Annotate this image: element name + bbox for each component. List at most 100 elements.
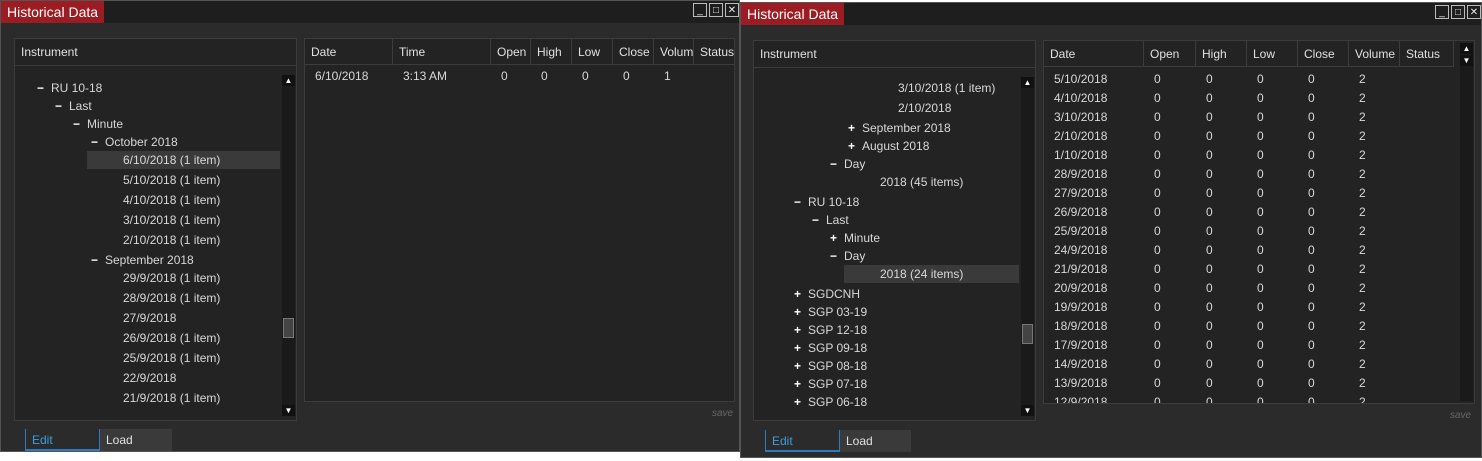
collapse-icon[interactable]: −: [794, 193, 808, 211]
grid-scrollbar[interactable]: ▲ ▼: [1460, 43, 1473, 401]
save-link[interactable]: save: [712, 408, 733, 419]
tree-node[interactable]: 3/10/2018 (1 item): [109, 211, 220, 229]
column-header-low[interactable]: Low: [1247, 41, 1298, 67]
expand-icon[interactable]: +: [794, 285, 808, 303]
expand-icon[interactable]: +: [794, 321, 808, 339]
tree-node[interactable]: 2/10/2018 (1 item): [109, 231, 220, 249]
tree-node[interactable]: 27/9/2018: [109, 309, 176, 327]
minimize-icon[interactable]: _: [693, 3, 707, 17]
column-header-close[interactable]: Close: [1298, 41, 1349, 67]
tree-node[interactable]: − RU 10-18: [794, 193, 859, 211]
expand-icon[interactable]: +: [794, 357, 808, 375]
collapse-icon[interactable]: −: [73, 115, 87, 133]
minimize-icon[interactable]: _: [1435, 5, 1449, 19]
column-header-status[interactable]: Status: [694, 39, 734, 65]
tree-node[interactable]: + Minute: [830, 229, 880, 247]
save-link[interactable]: save: [1450, 410, 1471, 421]
tree-node[interactable]: − October 2018: [91, 133, 178, 151]
tree-node[interactable]: 5/10/2018 (1 item): [109, 171, 220, 189]
tree-node[interactable]: 2018 (24 items): [844, 265, 1019, 283]
tree-node[interactable]: − Day: [830, 247, 865, 265]
tree-scrollbar[interactable]: ▲ ▼: [282, 75, 295, 416]
tree-node[interactable]: − Last: [812, 211, 849, 229]
tree-node[interactable]: 4/10/2018 (1 item): [109, 191, 220, 209]
table-cell: 0: [1154, 300, 1161, 314]
tab-edit[interactable]: Edit: [25, 429, 99, 451]
tab-edit[interactable]: Edit: [765, 430, 839, 452]
tree-node[interactable]: + SGP 06-18: [794, 393, 867, 411]
tree-node[interactable]: 26/9/2018 (1 item): [109, 329, 220, 347]
close-icon[interactable]: ✕: [1467, 5, 1481, 19]
data-grid[interactable]: DateTimeOpenHighLowCloseVolumeStatus 6/10…: [305, 39, 734, 401]
expand-icon[interactable]: +: [848, 119, 862, 137]
column-header-low[interactable]: Low: [572, 39, 613, 65]
tree-node[interactable]: 6/10/2018 (1 item): [87, 151, 280, 169]
instrument-tree[interactable]: − RU 10-18− Last − Minute − October 2018 6/10/2…: [15, 66, 280, 420]
collapse-icon[interactable]: −: [830, 155, 844, 173]
tree-node[interactable]: + September 2018: [848, 119, 951, 137]
tree-node[interactable]: + SGP 09-18: [794, 339, 867, 357]
tree-node[interactable]: 28/9/2018 (1 item): [109, 289, 220, 307]
scroll-up-icon[interactable]: ▲: [1460, 43, 1473, 54]
column-header-high[interactable]: High: [1196, 41, 1247, 67]
tree-node[interactable]: 21/9/2018 (1 item): [109, 389, 220, 407]
expand-icon[interactable]: +: [848, 137, 862, 155]
column-header-date[interactable]: Date: [305, 39, 393, 65]
instrument-tree[interactable]: 3/10/2018 (1 item) 2/10/2018 + September 20…: [754, 68, 1019, 420]
column-header-volume[interactable]: Volume: [654, 39, 694, 65]
maximize-icon[interactable]: □: [709, 3, 723, 17]
expand-icon[interactable]: +: [794, 375, 808, 393]
tree-node[interactable]: + SGP 08-18: [794, 357, 867, 375]
scroll-down-icon[interactable]: ▼: [282, 405, 295, 416]
data-grid[interactable]: Date Open High Low Close Volume Status 5/10/201…: [1044, 41, 1460, 403]
column-header-time[interactable]: Time: [393, 39, 491, 65]
tree-node[interactable]: + SGP 07-18: [794, 375, 867, 393]
tree-node[interactable]: − September 2018: [91, 251, 194, 269]
scroll-thumb[interactable]: [283, 318, 294, 338]
close-icon[interactable]: ✕: [725, 3, 739, 17]
tab-load[interactable]: Load: [839, 430, 911, 452]
column-header-status[interactable]: Status: [1400, 41, 1454, 67]
scroll-down-icon[interactable]: ▼: [1021, 405, 1034, 416]
column-header-open[interactable]: Open: [1144, 41, 1196, 67]
tree-node[interactable]: − Day: [830, 155, 865, 173]
title-bar[interactable]: Historical Data _ □ ✕: [1, 1, 739, 23]
column-header-close[interactable]: Close: [613, 39, 654, 65]
column-header-high[interactable]: High: [531, 39, 572, 65]
tree-node[interactable]: − RU 10-18: [37, 79, 102, 97]
collapse-icon[interactable]: −: [55, 97, 69, 115]
historical-data-window-left: Historical Data _ □ ✕ Instrument − RU 10-…: [0, 0, 740, 452]
tree-node[interactable]: + SGP 03-19: [794, 303, 867, 321]
collapse-icon[interactable]: −: [37, 79, 51, 97]
collapse-icon[interactable]: −: [91, 251, 105, 269]
tree-node[interactable]: 2/10/2018: [884, 99, 951, 117]
expand-icon[interactable]: +: [794, 303, 808, 321]
tree-node[interactable]: 22/9/2018: [109, 369, 176, 387]
expand-icon[interactable]: +: [794, 393, 808, 411]
scroll-thumb[interactable]: [1022, 324, 1033, 344]
collapse-icon[interactable]: −: [830, 247, 844, 265]
column-header-date[interactable]: Date: [1044, 41, 1144, 67]
column-header-volume[interactable]: Volume: [1349, 41, 1400, 67]
tree-node[interactable]: + August 2018: [848, 137, 929, 155]
collapse-icon[interactable]: −: [812, 211, 826, 229]
tree-node[interactable]: − Last: [55, 97, 92, 115]
scroll-down-icon[interactable]: ▼: [1460, 55, 1473, 66]
tree-node[interactable]: − Minute: [73, 115, 123, 133]
expand-icon[interactable]: +: [794, 339, 808, 357]
tree-node[interactable]: 3/10/2018 (1 item): [884, 79, 995, 97]
tree-node[interactable]: 2018 (45 items): [866, 173, 963, 191]
title-bar[interactable]: Historical Data _ □ ✕: [741, 3, 1481, 25]
tab-load[interactable]: Load: [99, 429, 172, 451]
column-header-open[interactable]: Open: [491, 39, 531, 65]
expand-icon[interactable]: +: [830, 229, 844, 247]
tree-scrollbar[interactable]: ▲ ▼: [1021, 77, 1034, 416]
tree-node[interactable]: + SGP 12-18: [794, 321, 867, 339]
tree-node[interactable]: 25/9/2018 (1 item): [109, 349, 220, 367]
maximize-icon[interactable]: □: [1451, 5, 1465, 19]
scroll-up-icon[interactable]: ▲: [282, 75, 295, 86]
tree-node[interactable]: 29/9/2018 (1 item): [109, 269, 220, 287]
tree-node[interactable]: + SGDCNH: [794, 285, 860, 303]
scroll-up-icon[interactable]: ▲: [1021, 77, 1034, 88]
collapse-icon[interactable]: −: [91, 133, 105, 151]
